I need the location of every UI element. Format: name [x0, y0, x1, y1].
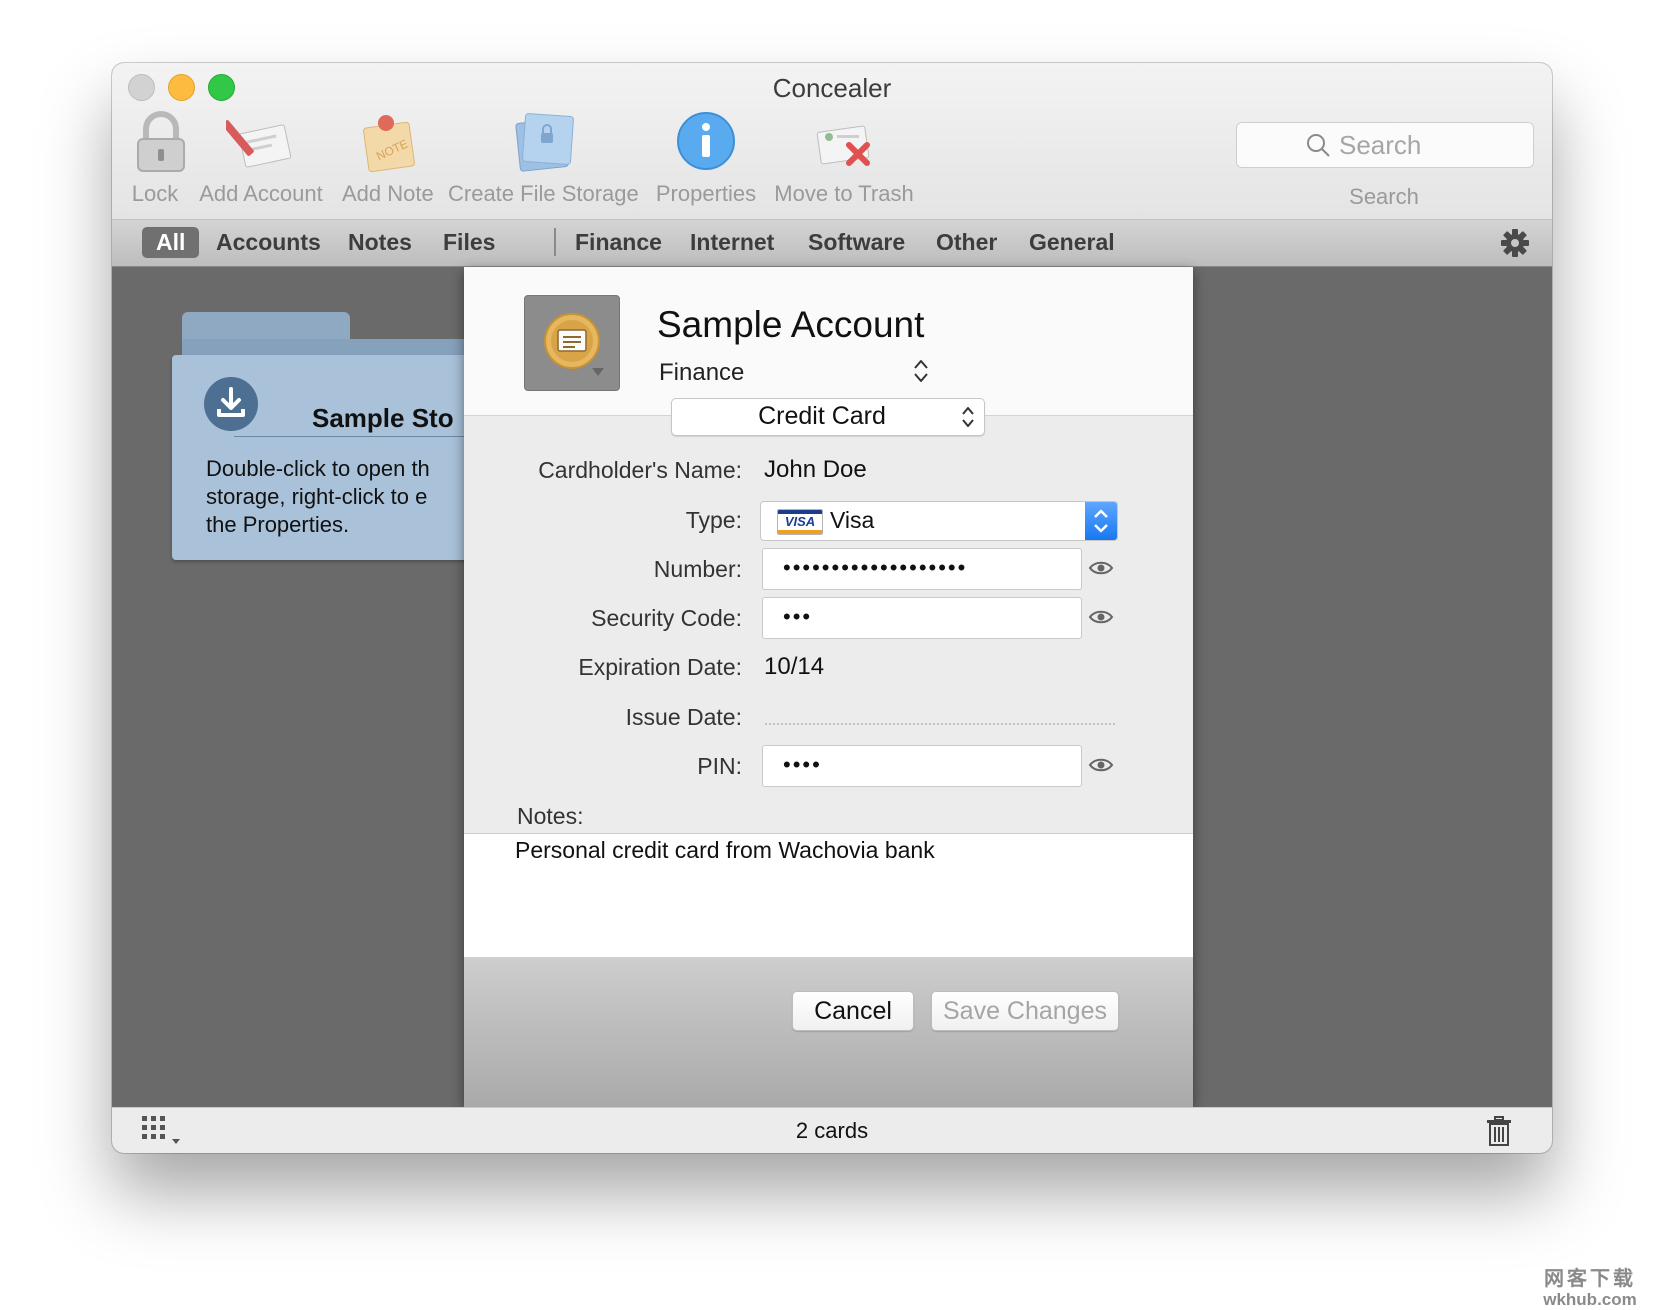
search-input[interactable] [1337, 128, 1521, 162]
account-editor-sheet: Sample Account Finance Credit Card Cardh… [464, 267, 1193, 1107]
tab-all[interactable]: All [142, 227, 200, 258]
tab-finance[interactable]: Finance [575, 227, 662, 258]
storage-description-line: storage, right-click to e [206, 484, 428, 509]
watermark: 网客下载 wkhub.com [1530, 1262, 1650, 1309]
item-count: 2 cards [795, 1118, 869, 1143]
security-code-field[interactable]: ••• [762, 597, 1082, 639]
card-brand-stepper[interactable] [1085, 502, 1117, 540]
save-changes-button[interactable]: Save Changes [931, 991, 1119, 1031]
search-icon [1307, 134, 1330, 157]
file-storage-card[interactable]: Sample Sto Double-click to open th stora… [172, 355, 494, 560]
card-type-select[interactable]: Credit Card [671, 398, 985, 436]
add-note-button[interactable]: NOTE Add Note [342, 107, 434, 207]
create-file-storage-label: Create File Storage [448, 181, 639, 206]
cancel-button[interactable]: Cancel [792, 991, 914, 1031]
add-note-icon: NOTE [363, 115, 415, 173]
notes-textarea[interactable]: Personal credit card from Wachovia bank [464, 833, 1193, 958]
up-down-arrows-icon [1094, 509, 1108, 533]
tab-other[interactable]: Other [936, 227, 997, 258]
up-down-arrows-icon [962, 407, 974, 427]
card-number-value: ••••••••••••••••••• [783, 555, 968, 580]
notes-label: Notes: [517, 803, 584, 829]
search-caption: Search [1349, 184, 1419, 209]
download-icon [204, 377, 258, 431]
category-tab-bar: All Accounts Notes Files Finance Interne… [112, 220, 1552, 267]
tab-files[interactable]: Files [443, 227, 495, 258]
card-brand-select[interactable]: VISA Visa [760, 501, 1118, 541]
trash-icon[interactable] [1486, 1116, 1512, 1146]
tab-general[interactable]: General [1029, 227, 1115, 258]
cards-area: Sample Sto Double-click to open th stora… [112, 267, 1552, 1107]
search-field[interactable] [1236, 122, 1534, 168]
visa-logo: VISA [777, 509, 823, 535]
cardholder-label: Cardholder's Name: [538, 457, 742, 483]
security-code-label: Security Code: [591, 605, 742, 631]
card-type-value: Credit Card [758, 402, 886, 430]
window-title: Concealer [772, 73, 892, 103]
add-account-button[interactable]: Add Account [198, 107, 324, 207]
gear-icon[interactable] [1500, 228, 1530, 258]
account-category-select[interactable]: Finance [659, 359, 744, 387]
pin-field[interactable]: •••• [762, 745, 1082, 787]
storage-name: Sample Sto [312, 403, 454, 433]
move-to-trash-button[interactable]: Move to Trash [774, 107, 914, 207]
tab-notes[interactable]: Notes [348, 227, 412, 258]
titlebar: Concealer Lock Add Account NOTE Add Note… [112, 63, 1552, 220]
info-icon [677, 112, 735, 170]
issue-date-field[interactable] [765, 723, 1115, 725]
tab-internet[interactable]: Internet [690, 227, 774, 258]
up-down-arrows-icon[interactable] [912, 357, 930, 385]
credit-card-icon [544, 313, 600, 369]
lock-button[interactable]: Lock [126, 107, 185, 207]
card-brand-value: Visa [830, 507, 875, 533]
notes-text: Personal credit card from Wachovia bank [515, 837, 935, 863]
properties-button[interactable]: Properties [654, 107, 758, 207]
properties-label: Properties [655, 181, 757, 206]
pin-label: PIN: [697, 753, 742, 779]
sheet-footer: Cancel Save Changes [464, 957, 1193, 1107]
watermark-line: 网客下载 [1544, 1268, 1636, 1290]
security-code-value: ••• [783, 604, 813, 629]
account-icon-picker[interactable] [524, 295, 620, 391]
pin-value: •••• [783, 752, 822, 777]
create-file-storage-button[interactable]: Create File Storage [448, 107, 639, 207]
type-label: Type: [685, 507, 742, 533]
expiration-date-value[interactable]: 10/14 [764, 653, 824, 681]
storage-divider [234, 436, 494, 437]
app-window: Concealer Lock Add Account NOTE Add Note… [112, 63, 1552, 1153]
storage-description-line: Double-click to open th [206, 456, 430, 481]
file-storage-icon [515, 113, 574, 172]
add-account-label: Add Account [199, 181, 323, 206]
expiration-date-label: Expiration Date: [578, 654, 742, 680]
chevron-down-icon [592, 368, 604, 376]
account-name[interactable]: Sample Account [657, 304, 924, 346]
eye-icon[interactable] [1088, 608, 1114, 626]
tab-software[interactable]: Software [808, 227, 905, 258]
number-label: Number: [653, 556, 742, 582]
cardholder-value[interactable]: John Doe [764, 456, 867, 484]
status-bar: 2 cards [112, 1107, 1552, 1153]
card-number-field[interactable]: ••••••••••••••••••• [762, 548, 1082, 590]
issue-date-label: Issue Date: [625, 704, 742, 730]
eye-icon[interactable] [1088, 756, 1114, 774]
add-account-icon [226, 120, 292, 168]
add-note-label: Add Note [342, 181, 434, 206]
move-to-trash-icon [816, 125, 870, 166]
move-to-trash-label: Move to Trash [774, 181, 914, 206]
tab-accounts[interactable]: Accounts [216, 227, 321, 258]
eye-icon[interactable] [1088, 559, 1114, 577]
tab-separator [554, 228, 556, 256]
lock-icon [137, 111, 185, 172]
storage-description: Double-click to open th storage, right-c… [206, 455, 506, 539]
watermark-line: wkhub.com [1543, 1290, 1637, 1309]
sheet-header: Sample Account Finance [464, 267, 1193, 416]
lock-label: Lock [131, 181, 179, 206]
storage-description-line: the Properties. [206, 512, 350, 537]
